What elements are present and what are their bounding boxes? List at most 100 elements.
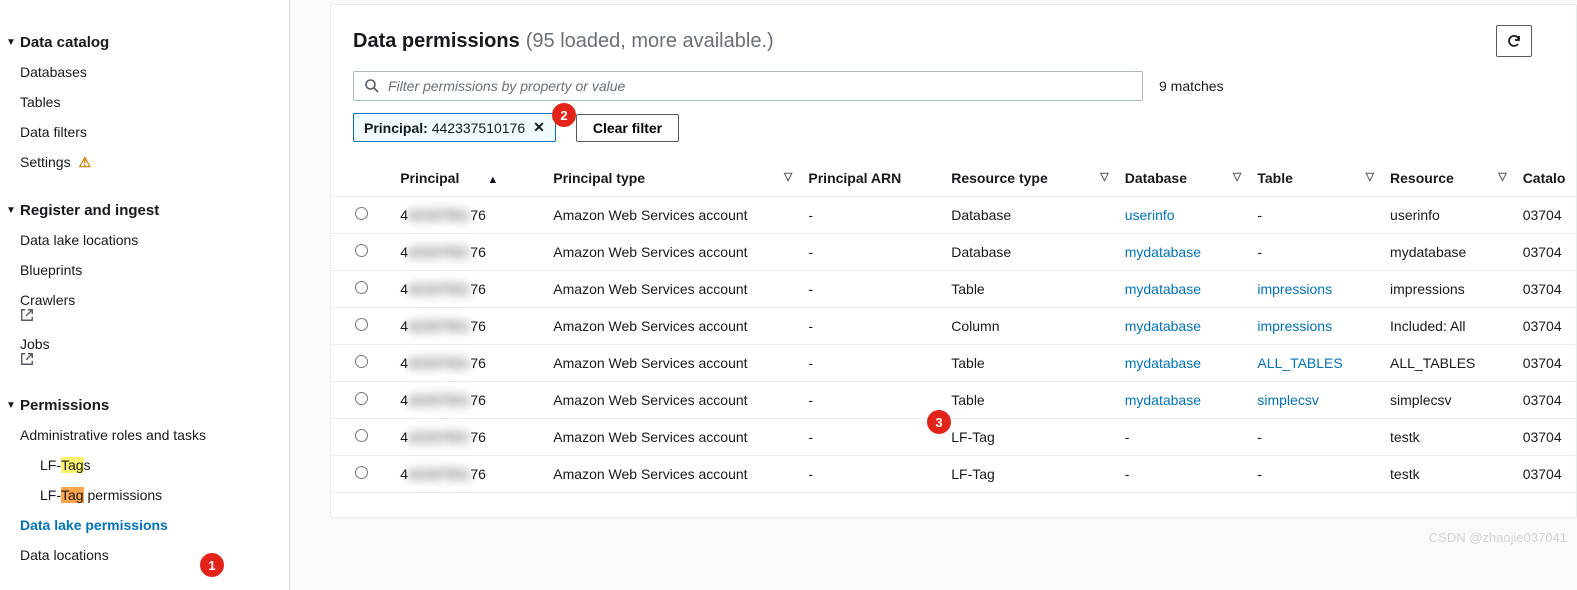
- col-header-resource[interactable]: Resource▽: [1382, 160, 1515, 197]
- col-header-resource-type[interactable]: Resource type▽: [943, 160, 1116, 197]
- nav-label-post: permissions: [84, 487, 163, 503]
- cell-table[interactable]: ALL_TABLES: [1249, 345, 1382, 382]
- sidebar-item-lf-tag-permissions[interactable]: LF-Tag permissions: [0, 480, 289, 510]
- cell-resource-type: Column: [943, 308, 1116, 345]
- cell-database[interactable]: userinfo: [1117, 197, 1250, 234]
- annotation-2: 2: [552, 103, 576, 127]
- caret-down-icon: ▼: [6, 400, 18, 411]
- cell-principal: 44233750176: [392, 234, 545, 271]
- row-radio[interactable]: [355, 281, 368, 294]
- cell-principal-type: Amazon Web Services account: [545, 197, 800, 234]
- row-radio[interactable]: [355, 466, 368, 479]
- sidebar-item-jobs[interactable]: Jobs: [0, 329, 289, 373]
- col-header-catalog[interactable]: Catalo: [1515, 160, 1576, 197]
- cell-principal: 44233750176: [392, 271, 545, 308]
- cell-principal-type: Amazon Web Services account: [545, 271, 800, 308]
- chip-value: 442337510176: [432, 120, 525, 136]
- cell-principal: 44233750176: [392, 308, 545, 345]
- cell-principal-type: Amazon Web Services account: [545, 456, 800, 493]
- table-row: 44233750176Amazon Web Services account-T…: [331, 271, 1576, 308]
- row-radio[interactable]: [355, 207, 368, 220]
- cell-principal-type: Amazon Web Services account: [545, 308, 800, 345]
- cell-principal: 44233750176: [392, 197, 545, 234]
- sidebar-item-data-filters[interactable]: Data filters: [0, 117, 289, 147]
- table-row: 44233750176Amazon Web Services account-C…: [331, 308, 1576, 345]
- sidebar-item-tables[interactable]: Tables: [0, 87, 289, 117]
- sidebar-item-lf-tags[interactable]: LF-Tags: [0, 450, 289, 480]
- cell-principal-type: Amazon Web Services account: [545, 234, 800, 271]
- permissions-table-wrap: Principal▲ Principal type▽ Principal ARN…: [331, 160, 1576, 517]
- cell-resource-type: Table: [943, 271, 1116, 308]
- nav-label-pre: LF-: [40, 457, 61, 473]
- nav-group: ▼ Permissions Administrative roles and t…: [0, 391, 289, 570]
- filter-chip-principal[interactable]: Principal: 442337510176 ✕: [353, 113, 556, 142]
- cell-table[interactable]: simplecsv: [1249, 382, 1382, 419]
- cell-table[interactable]: impressions: [1249, 308, 1382, 345]
- nav-group: ▼ Data catalog Databases Tables Data fil…: [0, 28, 289, 178]
- search-input[interactable]: [388, 78, 1132, 94]
- cell-principal-arn: -: [800, 234, 943, 271]
- table-row: 44233750176Amazon Web Services account-T…: [331, 345, 1576, 382]
- cell-principal-arn: -: [800, 271, 943, 308]
- nav-group-label: Register and ingest: [20, 202, 159, 219]
- col-header-principal[interactable]: Principal▲: [392, 160, 545, 197]
- cell-resource-type: LF-Tag: [943, 456, 1116, 493]
- row-radio[interactable]: [355, 318, 368, 331]
- table-row: 44233750176Amazon Web Services account-L…: [331, 456, 1576, 493]
- row-radio[interactable]: [355, 244, 368, 257]
- nav-group-header-register-and-ingest[interactable]: ▼ Register and ingest: [0, 196, 289, 225]
- refresh-icon: [1506, 33, 1522, 49]
- chip-key: Principal:: [364, 120, 428, 136]
- col-header-table[interactable]: Table▽: [1249, 160, 1382, 197]
- sidebar-item-settings[interactable]: Settings ⚠: [0, 147, 289, 178]
- match-count: 9 matches: [1159, 78, 1224, 94]
- search-input-wrapper[interactable]: [353, 71, 1143, 101]
- cell-database[interactable]: mydatabase: [1117, 234, 1250, 271]
- sidebar-item-data-locations[interactable]: Data locations: [0, 540, 289, 570]
- cell-resource-type: Database: [943, 197, 1116, 234]
- clear-filter-button[interactable]: Clear filter: [576, 114, 679, 142]
- cell-database[interactable]: mydatabase: [1117, 308, 1250, 345]
- sidebar-item-data-lake-permissions[interactable]: Data lake permissions: [0, 510, 289, 540]
- cell-database[interactable]: mydatabase: [1117, 345, 1250, 382]
- cell-principal-type: Amazon Web Services account: [545, 345, 800, 382]
- close-icon[interactable]: ✕: [533, 119, 545, 136]
- external-link-icon: [20, 308, 277, 322]
- sidebar-item-blueprints[interactable]: Blueprints: [0, 255, 289, 285]
- caret-down-icon: ▼: [6, 37, 18, 48]
- cell-resource: ALL_TABLES: [1382, 345, 1515, 382]
- nav-group-header-permissions[interactable]: ▼ Permissions: [0, 391, 289, 420]
- sidebar-item-databases[interactable]: Databases: [0, 57, 289, 87]
- nav-label-pre: LF-: [40, 487, 61, 503]
- cell-principal: 44233750176: [392, 419, 545, 456]
- cell-resource: mydatabase: [1382, 234, 1515, 271]
- nav-label: Settings: [20, 154, 71, 170]
- cell-table: -: [1249, 456, 1382, 493]
- table-header-row: Principal▲ Principal type▽ Principal ARN…: [331, 160, 1576, 197]
- cell-table[interactable]: impressions: [1249, 271, 1382, 308]
- sidebar-item-admin-roles-tasks[interactable]: Administrative roles and tasks: [0, 420, 289, 450]
- col-header-principal-type[interactable]: Principal type▽: [545, 160, 800, 197]
- cell-database[interactable]: mydatabase: [1117, 271, 1250, 308]
- cell-catalog: 03704: [1515, 456, 1576, 493]
- cell-catalog: 03704: [1515, 345, 1576, 382]
- cell-database: -: [1117, 419, 1250, 456]
- row-radio[interactable]: [355, 429, 368, 442]
- sidebar-item-crawlers[interactable]: Crawlers: [0, 285, 289, 329]
- col-header-principal-arn[interactable]: Principal ARN: [800, 160, 943, 197]
- filter-icon: ▽: [1366, 170, 1374, 183]
- row-radio[interactable]: [355, 392, 368, 405]
- cell-resource: Included: All: [1382, 308, 1515, 345]
- cell-database[interactable]: mydatabase: [1117, 382, 1250, 419]
- row-radio[interactable]: [355, 355, 368, 368]
- cell-table: -: [1249, 197, 1382, 234]
- nav-group-header-data-catalog[interactable]: ▼ Data catalog: [0, 28, 289, 57]
- sidebar-item-data-lake-locations[interactable]: Data lake locations: [0, 225, 289, 255]
- sidebar: ▼ Data catalog Databases Tables Data fil…: [0, 0, 290, 590]
- nav-label-hl: Tag: [61, 457, 84, 473]
- refresh-button[interactable]: [1496, 25, 1532, 57]
- cell-resource: simplecsv: [1382, 382, 1515, 419]
- external-link-icon: [20, 352, 277, 366]
- caret-down-icon: ▼: [6, 205, 18, 216]
- col-header-database[interactable]: Database▽: [1117, 160, 1250, 197]
